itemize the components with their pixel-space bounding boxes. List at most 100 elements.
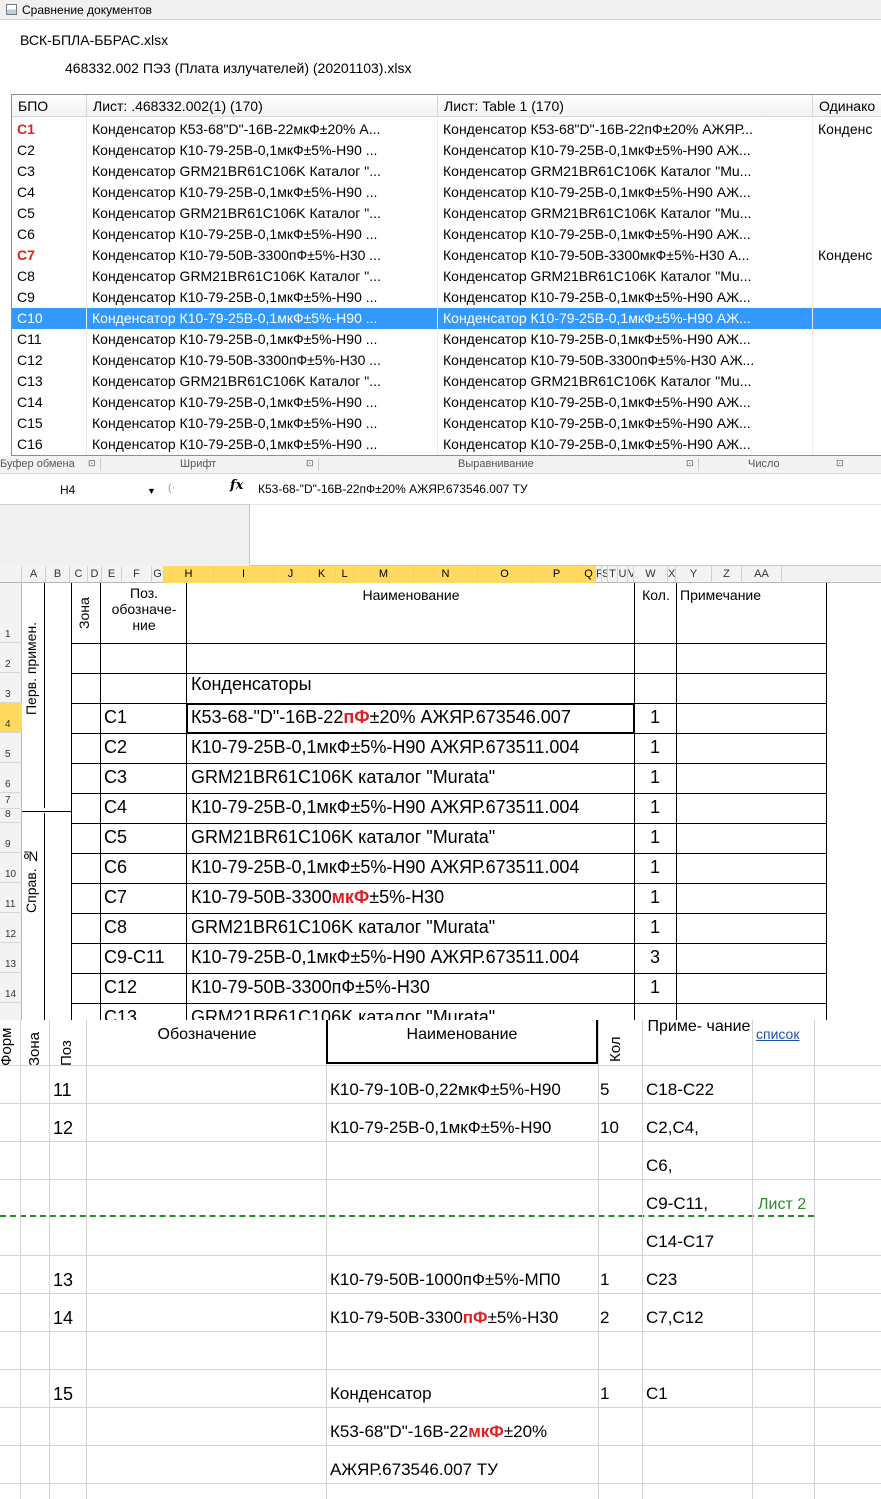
row-header-12[interactable]: 12 [0,913,22,943]
row-left-value: Конденсатор К10-79-25В-0,1мкФ±5%-Н90 ... [87,140,438,161]
comparison-row[interactable]: C6 Конденсатор К10-79-25В-0,1мкФ±5%-Н90 .… [12,224,881,245]
column-header-aa[interactable]: AA [742,566,782,583]
item-position: C7 [104,887,128,907]
header-note: Примечание [680,587,762,603]
column-header-a[interactable]: A [22,566,46,583]
comparison-row[interactable]: C4 Конденсатор К10-79-25В-0,1мкФ±5%-Н90 .… [12,182,881,203]
column-header-x[interactable]: X [668,566,676,583]
row-header-4[interactable]: 4 [0,703,22,733]
row-same-value [813,287,881,308]
column-header-same[interactable]: Одинако [813,95,881,117]
comparison-row[interactable]: C7 Конденсатор К10-79-50В-3300пФ±5%-Н30 .… [12,245,881,266]
comparison-row[interactable]: C13 Конденсатор GRM21BR61C106K Каталог ".… [12,371,881,392]
comparison-row[interactable]: C15 Конденсатор К10-79-25В-0,1мкФ±5%-Н90 … [12,413,881,434]
row-id: C10 [12,308,87,329]
insert-function-icon[interactable]: fx [230,478,243,493]
column-header-e[interactable]: E [102,566,122,583]
column-header-b[interactable]: B [46,566,70,583]
column-header-t[interactable]: T [608,566,618,583]
column-header-k[interactable]: K [308,566,336,583]
column-header-j[interactable]: J [274,566,308,583]
redacted-mask [14,60,64,80]
column-header-z[interactable]: Z [712,566,742,583]
ribbon-group-font[interactable]: Шрифт [180,458,216,470]
comparison-list[interactable]: БПО Лист: .468332.002(1) (170) Лист: Tab… [11,94,881,456]
active-cell-h4[interactable] [186,703,635,734]
column-header-bpo[interactable]: БПО [12,95,87,117]
comparison-row[interactable]: C9 Конденсатор К10-79-25В-0,1мкФ±5%-Н90 .… [12,287,881,308]
item-name: GRM21BR61C106K каталог "Murata" [191,917,495,938]
dialog-launcher-icon[interactable]: ⊡ [686,458,694,469]
row-header-6[interactable]: 6 [0,763,22,793]
comparison-row[interactable]: C10 Конденсатор К10-79-25В-0,1мкФ±5%-Н90 … [12,308,881,329]
comparison-row[interactable]: C3 Конденсатор GRM21BR61C106K Каталог "..… [12,161,881,182]
formula-input[interactable]: К53-68-"D"-16В-22пФ±20% АЖЯР.673546.007 … [258,482,528,496]
row-header-1[interactable]: 1 [0,583,22,643]
row-left-value: Конденсатор К10-79-25В-0,1мкФ±5%-Н90 ... [87,392,438,413]
item-name: GRM21BR61C106K каталог "Murata" [191,767,495,788]
column-header-sheet-1[interactable]: Лист: .468332.002(1) (170) [87,95,438,117]
column-header-f[interactable]: F [122,566,152,583]
column-header-sheet-2[interactable]: Лист: Table 1 (170) [438,95,813,117]
column-header-i[interactable]: I [214,566,274,583]
column-header-o[interactable]: O [478,566,532,583]
row-same-value [813,413,881,434]
row-right-value: Конденсатор К10-79-25В-0,1мкФ±5%-Н90 АЖ.… [438,287,813,308]
comparison-row[interactable]: C11 Конденсатор К10-79-25В-0,1мкФ±5%-Н90 … [12,329,881,350]
row-header-13[interactable]: 13 [0,943,22,973]
row-header-8[interactable]: 8 [0,809,22,823]
specification-sheet[interactable]: Форм Зона Поз Обозначение Наименование К… [0,1020,881,1499]
dialog-launcher-icon[interactable]: ⊡ [306,458,314,469]
row-header-14[interactable]: 14 [0,973,22,1003]
row-header-3[interactable]: 3 [0,673,22,703]
comparison-row[interactable]: C14 Конденсатор К10-79-25В-0,1мкФ±5%-Н90 … [12,392,881,413]
column-header-p[interactable]: P [532,566,582,583]
grid-line [71,853,827,854]
dialog-launcher-icon[interactable]: ⊡ [88,458,96,469]
name-box[interactable]: H4 [0,478,160,502]
column-header-q[interactable]: Q [582,566,596,583]
column-header-d[interactable]: D [88,566,102,583]
column-header-w[interactable]: W [634,566,668,583]
grid-line [598,1020,599,1499]
comparison-row[interactable]: C16 Конденсатор К10-79-25В-0,1мкФ±5%-Н90 … [12,434,881,455]
ribbon-group-alignment[interactable]: Выравнивание [458,458,534,470]
column-header-c[interactable]: C [70,566,88,583]
ribbon-group-clipboard[interactable]: Буфер обмена [0,458,75,470]
spec-row-qty: 1 [600,1384,610,1403]
ribbon-group-number[interactable]: Число [748,458,780,470]
comparison-row[interactable]: C2 Конденсатор К10-79-25В-0,1мкФ±5%-Н90 .… [12,140,881,161]
drag-handle-icon[interactable]: (· [168,482,175,494]
comparison-row[interactable]: C1 Конденсатор К53-68"D"-16В-22мкФ±20% А.… [12,119,881,140]
column-header-n[interactable]: N [414,566,478,583]
column-header-l[interactable]: L [336,566,354,583]
column-header-m[interactable]: M [354,566,414,583]
row-id: C6 [12,224,87,245]
chevron-down-icon[interactable]: ▼ [147,486,156,496]
dialog-launcher-icon[interactable]: ⊡ [836,458,844,469]
comparison-row[interactable]: C5 Конденсатор GRM21BR61C106K Каталог "..… [12,203,881,224]
comparison-row[interactable]: C8 Конденсатор GRM21BR61C106K Каталог "..… [12,266,881,287]
column-header-u[interactable]: U [618,566,628,583]
column-header-h[interactable]: H [164,566,214,583]
grid-line [814,1020,815,1499]
row-header-10[interactable]: 10 [0,853,22,883]
item-position: C5 [104,827,128,847]
row-header-5[interactable]: 5 [0,733,22,763]
spec-row-name-diff: мкФ [468,1422,504,1441]
row-right-value: Конденсатор К10-79-25В-0,1мкФ±5%-Н90 АЖ.… [438,140,813,161]
comparison-row[interactable]: C12 Конденсатор К10-79-50В-3300пФ±5%-Н30 … [12,350,881,371]
column-header-y[interactable]: Y [676,566,712,583]
window-title: Сравнение документов [22,2,152,17]
row-header-11[interactable]: 11 [0,883,22,913]
row-header-7[interactable]: 7 [0,793,22,809]
row-left-value: Конденсатор GRM21BR61C106K Каталог "... [87,266,438,287]
row-header-9[interactable]: 9 [0,823,22,853]
comparison-list-header: БПО Лист: .468332.002(1) (170) Лист: Tab… [12,95,881,117]
spreadsheet[interactable]: ABCDEFGHIJKLMNOPQRSTUVWXYZAA 12345678910… [0,566,881,1020]
row-header-2[interactable]: 2 [0,643,22,673]
formula-bar: H4 ▼ (· fx К53-68-"D"-16В-22пФ±20% АЖЯР.… [0,474,881,566]
list-link[interactable]: список [756,1026,799,1042]
select-all-corner[interactable] [0,566,22,583]
column-header-g[interactable]: G [152,566,164,583]
